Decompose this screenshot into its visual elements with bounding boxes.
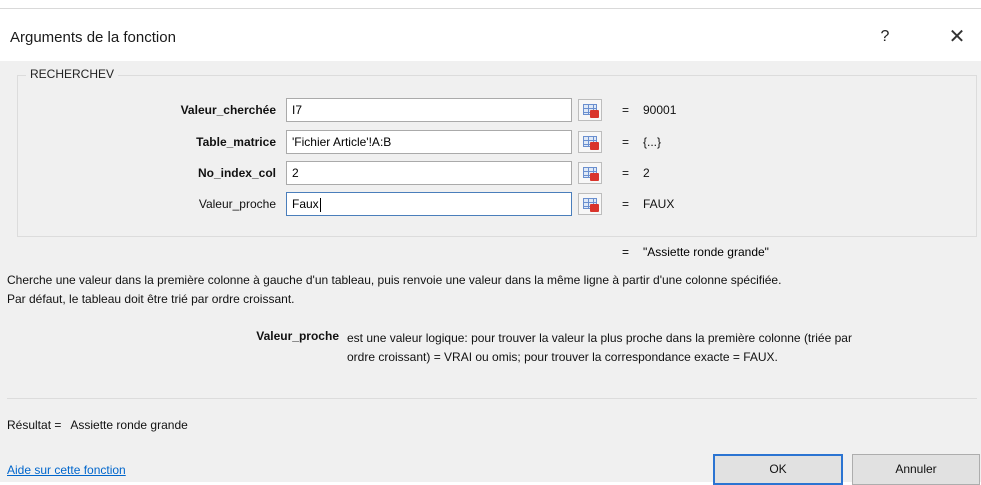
collapse-dialog-icon[interactable] (578, 131, 602, 153)
arg-label-valeur-cherchee: Valeur_cherchée (180, 103, 276, 117)
arg-input-valeur-proche-text: Faux (292, 197, 319, 211)
title-bar: Arguments de la fonction ? ✕ (0, 9, 981, 61)
help-link[interactable]: Aide sur cette fonction (7, 463, 126, 477)
collapse-dialog-icon[interactable] (578, 99, 602, 121)
function-description: Cherche une valeur dans la première colo… (7, 271, 977, 309)
arg-result-valeur-proche: FAUX (643, 197, 675, 211)
arg-input-valeur-cherchee[interactable]: I7 (286, 98, 572, 122)
arg-equals: = (622, 166, 630, 180)
arg-input-no-index-col[interactable]: 2 (286, 161, 572, 185)
help-icon[interactable]: ? (874, 26, 896, 48)
divider (7, 398, 977, 399)
text-caret (319, 197, 321, 212)
arg-label-no-index-col: No_index_col (197, 166, 276, 180)
ok-button[interactable]: OK (713, 454, 843, 485)
collapse-dialog-icon[interactable] (578, 193, 602, 215)
arg-equals: = (622, 135, 630, 149)
close-icon[interactable]: ✕ (944, 25, 970, 49)
cancel-button[interactable]: Annuler (852, 454, 980, 485)
arg-result-table-matrice: {...} (643, 135, 662, 149)
param-description-line: est une valeur logique: pour trouver la … (347, 331, 852, 345)
arg-input-table-matrice[interactable]: 'Fichier Article'!A:B (286, 130, 572, 154)
current-param-description: est une valeur logique: pour trouver la … (347, 329, 977, 367)
arg-result-no-index-col: 2 (643, 166, 650, 180)
arg-equals: = (622, 197, 630, 211)
function-arguments-dialog: Arguments de la fonction ? ✕ RECHERCHEV … (0, 8, 981, 485)
arg-input-valeur-proche[interactable]: Faux (286, 192, 572, 216)
arg-label-valeur-proche: Valeur_proche (198, 197, 276, 211)
formula-result-label: Résultat = (7, 418, 62, 432)
formula-result-row: Résultat = Assiette ronde grande (7, 418, 188, 432)
collapse-dialog-icon[interactable] (578, 162, 602, 184)
formula-result: "Assiette ronde grande" (643, 245, 769, 259)
arg-result-valeur-cherchee: 90001 (643, 103, 677, 117)
arg-label-table-matrice: Table_matrice (196, 135, 276, 149)
function-description-line: Par défaut, le tableau doit être trié pa… (7, 292, 295, 306)
current-param-name: Valeur_proche (256, 329, 339, 343)
arg-equals: = (622, 103, 630, 117)
formula-equals: = (622, 245, 630, 259)
function-description-line: Cherche une valeur dans la première colo… (7, 273, 782, 287)
function-name: RECHERCHEV (26, 67, 119, 81)
formula-result-value: Assiette ronde grande (70, 418, 188, 432)
param-description-line: ordre croissant) = VRAI ou omis; pour tr… (347, 350, 778, 364)
dialog-title: Arguments de la fonction (10, 29, 176, 46)
